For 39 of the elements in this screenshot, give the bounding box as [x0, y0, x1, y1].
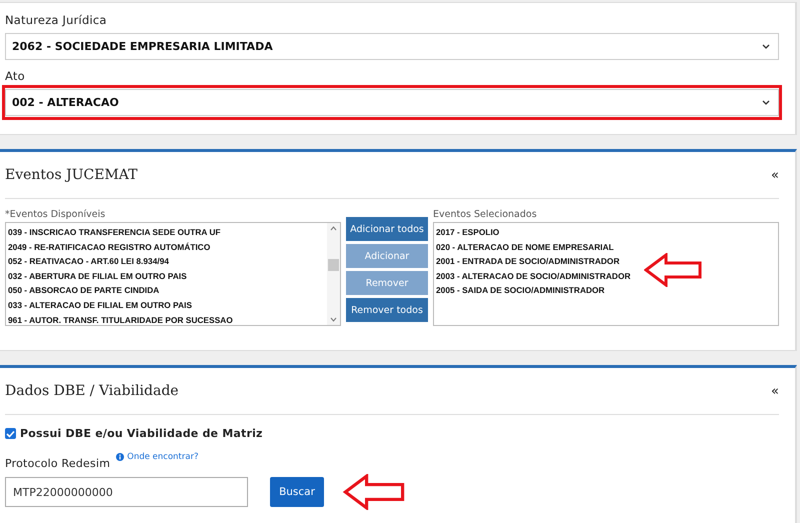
dropdown-field[interactable]: 2062 - SOCIEDADE EMPRESARIA LIMITADA [5, 33, 779, 60]
scroll-down-icon[interactable] [330, 317, 337, 322]
collapse-toggle[interactable]: « [771, 384, 779, 398]
field-label: Ato [5, 69, 26, 83]
section-title: Eventos JUCEMAT [5, 167, 138, 183]
list-label: Eventos Selecionados [433, 209, 538, 222]
chevron-down-icon [762, 44, 770, 49]
list-box[interactable]: 2017 - ESPOLIO 020 - ALTERACAO DE NOME EMPRESARIAL 2001 - ENTRADA DE SOCIO/ADMINISTRADOR 2003 - ALTERACAO DE SOCIO/ADMINISTRADOR 2005 - SAIDA DE SOCIO/ADMINISTRADOR [433, 222, 779, 326]
scrollbar-thumb[interactable] [328, 259, 339, 271]
list-item[interactable]: 033 - ALTERACAO DE FILIAL EM OUTRO PAIS [8, 298, 325, 313]
list-item[interactable]: 052 - REATIVACAO - ART.60 LEI 8.934/94 [8, 254, 325, 269]
dropdown-field[interactable]: 002 - ALTERACAO [5, 89, 779, 116]
list-action-button[interactable]: Remover todos [346, 298, 428, 322]
list-item[interactable]: 020 - ALTERACAO DE NOME EMPRESARIAL [436, 240, 776, 254]
list-item[interactable]: 2005 - SAIDA DE SOCIO/ADMINISTRADOR [436, 283, 776, 298]
list-item[interactable]: 961 - AUTOR. TRANSF. TITULARIDADE POR SUCESSAO [8, 312, 325, 328]
help-link[interactable]: Onde encontrar? [127, 452, 198, 462]
protocol-input[interactable]: MTP22000000000 [5, 477, 248, 507]
list-item[interactable]: 039 - INSCRICAO TRANSFERENCIA SEDE OUTRA UF [8, 225, 325, 240]
info-icon [116, 453, 124, 461]
field-label: Natureza Jurídica [5, 13, 108, 27]
list-action-button[interactable]: Adicionar todos [346, 217, 428, 241]
list-item[interactable]: 032 - ABERTURA DE FILIAL EM OUTRO PAIS [8, 268, 325, 284]
scrollbar[interactable] [327, 223, 340, 325]
chevron-down-icon [762, 100, 770, 105]
list-item[interactable]: 2017 - ESPOLIO [436, 225, 776, 240]
scroll-up-icon[interactable] [330, 226, 337, 231]
list-label: *Eventos Disponíveis [5, 209, 106, 222]
field-label: Protocolo Redesim [5, 457, 110, 470]
list-item[interactable]: 2049 - RE-RATIFICACAO REGISTRO AUTOMÁTICO [8, 240, 325, 254]
list-item[interactable]: 2003 - ALTERACAO DE SOCIO/ADMINISTRADOR [436, 268, 776, 284]
checkbox-label: Possui DBE e/ou Viabilidade de Matriz [20, 427, 263, 440]
section-title: Dados DBE / Viabilidade [5, 383, 179, 399]
checkbox[interactable] [5, 428, 16, 439]
collapse-toggle[interactable]: « [771, 168, 779, 182]
search-button[interactable]: Buscar [270, 477, 324, 507]
list-item[interactable]: 050 - ABSORCAO DE PARTE CINDIDA [8, 283, 325, 298]
list-box[interactable] [5, 222, 341, 326]
list-item[interactable]: 2001 - ENTRADA DE SOCIO/ADMINISTRADOR [436, 254, 776, 269]
